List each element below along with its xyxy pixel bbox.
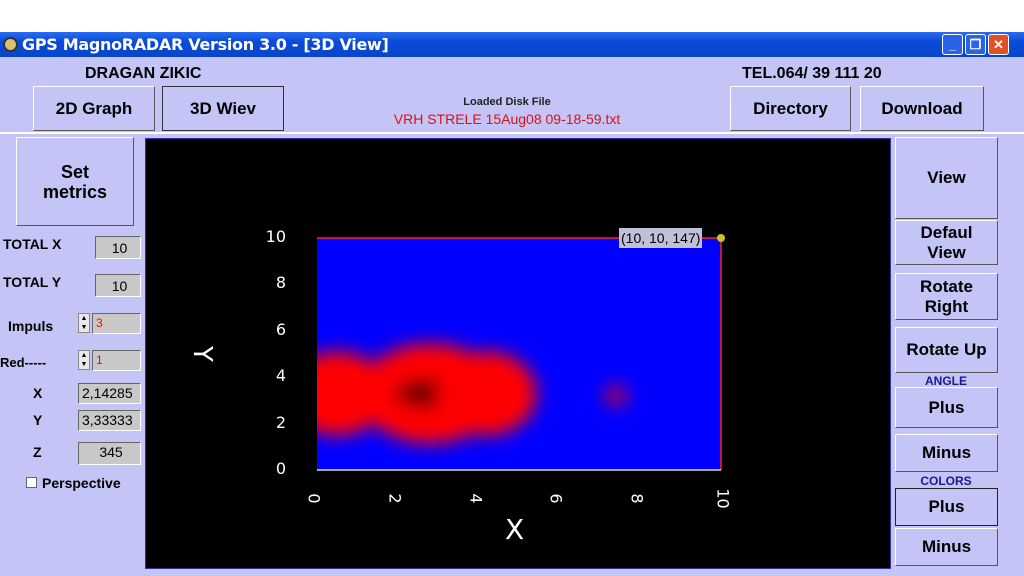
x-tick-label: 4	[466, 493, 486, 504]
total-y-label: TOTAL Y	[3, 274, 62, 290]
x-label: X	[33, 385, 43, 401]
loaded-file-name: VRH STRELE 15Aug08 09-18-59.txt	[393, 111, 621, 127]
x-tick-label: 6	[546, 493, 566, 504]
impuls-field[interactable]: 3	[92, 313, 141, 334]
close-button[interactable]: ✕	[988, 34, 1009, 55]
directory-button[interactable]: Directory	[730, 86, 851, 131]
x-tick-label: 8	[627, 493, 647, 504]
x-axis-label: X	[505, 513, 525, 546]
rotate-right-button[interactable]: Rotate Right	[895, 273, 998, 320]
phone-number: TEL.064/ 39 111 20	[742, 65, 882, 82]
view-button[interactable]: View	[895, 137, 998, 219]
y-tick-label: 4	[275, 366, 286, 386]
impuls-spinner[interactable]: ▲ ▼	[78, 313, 90, 333]
heatmap-hotspot	[436, 351, 537, 436]
y-label: Y	[33, 412, 43, 428]
x-tick-label: 2	[385, 493, 405, 504]
perspective-label: Perspective	[42, 475, 121, 491]
3d-view-panel[interactable]: (10, 10, 147) 0 2 4 6 8 10 0 2 4 6 8 10 Y X	[145, 138, 891, 569]
y-tick-label: 6	[275, 319, 286, 339]
red-field[interactable]: 1	[92, 350, 141, 371]
loaded-file-label: Loaded Disk File	[463, 96, 551, 108]
y-tick-label: 10	[265, 227, 286, 246]
x-tick-label: 10	[713, 488, 733, 509]
rotate-up-button[interactable]: Rotate Up	[895, 327, 998, 373]
angle-label: ANGLE	[925, 374, 967, 388]
x-field[interactable]: 2,14285	[78, 383, 141, 404]
app-icon	[3, 37, 18, 52]
colors-label: COLORS	[920, 474, 972, 488]
colors-minus-button[interactable]: Minus	[895, 528, 998, 566]
set-metrics-button[interactable]: Set metrics	[16, 137, 134, 226]
default-view-button[interactable]: Defaul View	[895, 220, 998, 265]
colors-plus-button[interactable]: Plus	[895, 488, 998, 526]
angle-plus-button[interactable]: Plus	[895, 387, 998, 428]
z-label: Z	[33, 444, 42, 460]
main-window: DRAGAN ZIKIC TEL.064/ 39 111 20 2D Graph…	[0, 57, 1024, 576]
impuls-label: Impuls	[8, 318, 54, 334]
data-point-marker[interactable]	[717, 234, 725, 242]
heatmap-background	[317, 238, 721, 470]
divider	[0, 132, 1024, 134]
perspective-checkbox[interactable]	[26, 477, 37, 488]
maximize-button[interactable]: ❐	[965, 34, 986, 55]
download-button[interactable]: Download	[860, 86, 984, 131]
heatmap-hotspot	[604, 385, 628, 406]
x-tick-label: 0	[304, 493, 324, 504]
total-x-field[interactable]: 10	[95, 236, 141, 259]
2d-graph-button[interactable]: 2D Graph	[33, 86, 155, 131]
red-spinner[interactable]: ▲ ▼	[78, 350, 90, 370]
total-x-label: TOTAL X	[3, 236, 62, 252]
y-field[interactable]: 3,33333	[78, 410, 141, 431]
3d-view-button[interactable]: 3D Wiev	[162, 86, 284, 131]
heatmap-svg	[317, 234, 725, 471]
red-label: Red-----	[0, 355, 47, 370]
title-bar: GPS MagnoRADAR Version 3.0 - [3D View]	[0, 32, 1024, 57]
minimize-button[interactable]: _	[942, 34, 963, 55]
owner-name: DRAGAN ZIKIC	[85, 65, 202, 82]
z-field[interactable]: 345	[78, 442, 141, 465]
total-y-field[interactable]: 10	[95, 274, 141, 297]
y-tick-label: 0	[275, 459, 286, 478]
y-axis-label: Y	[186, 346, 217, 362]
y-tick-label: 2	[275, 412, 286, 432]
y-tick-label: 8	[275, 273, 286, 293]
point-tooltip: (10, 10, 147)	[619, 228, 703, 248]
angle-minus-button[interactable]: Minus	[895, 434, 998, 472]
